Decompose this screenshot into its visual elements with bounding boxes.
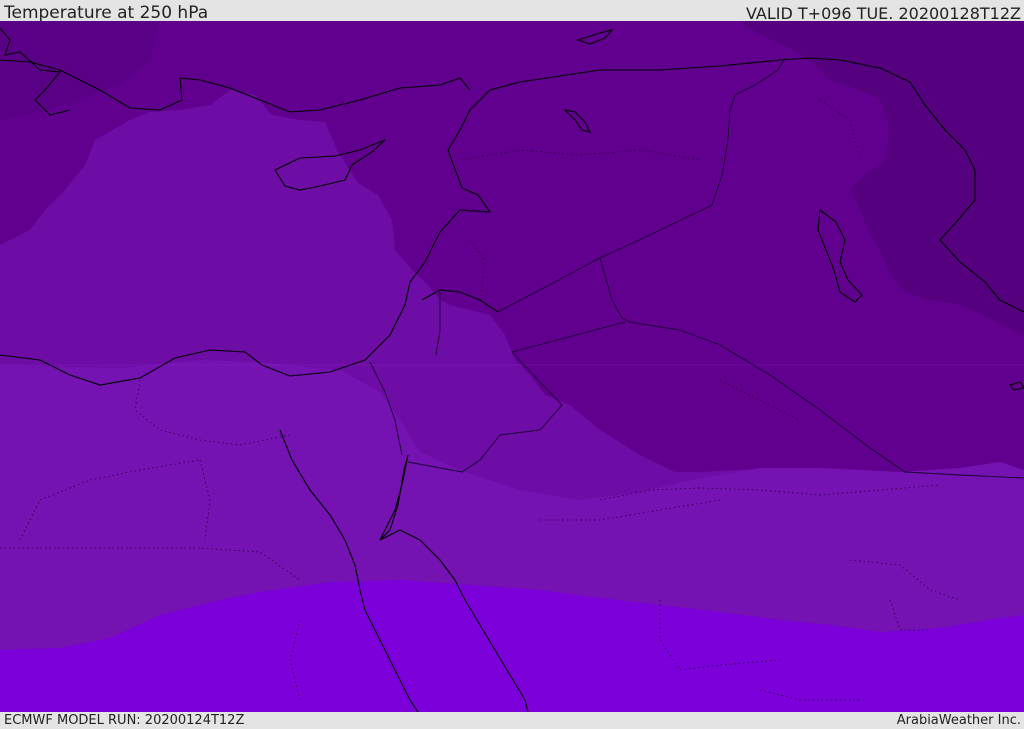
temperature-map xyxy=(0,21,1024,712)
header-bar: Temperature at 250 hPa VALID T+096 TUE. … xyxy=(0,0,1024,23)
credit-label: ArabiaWeather Inc. xyxy=(896,713,1021,728)
map-title: Temperature at 250 hPa xyxy=(4,3,209,23)
footer-bar: ECMWF MODEL RUN: 20200124T12Z ArabiaWeat… xyxy=(0,712,1024,729)
model-run-label: ECMWF MODEL RUN: 20200124T12Z xyxy=(4,713,245,728)
map-panel[interactable] xyxy=(0,21,1024,712)
